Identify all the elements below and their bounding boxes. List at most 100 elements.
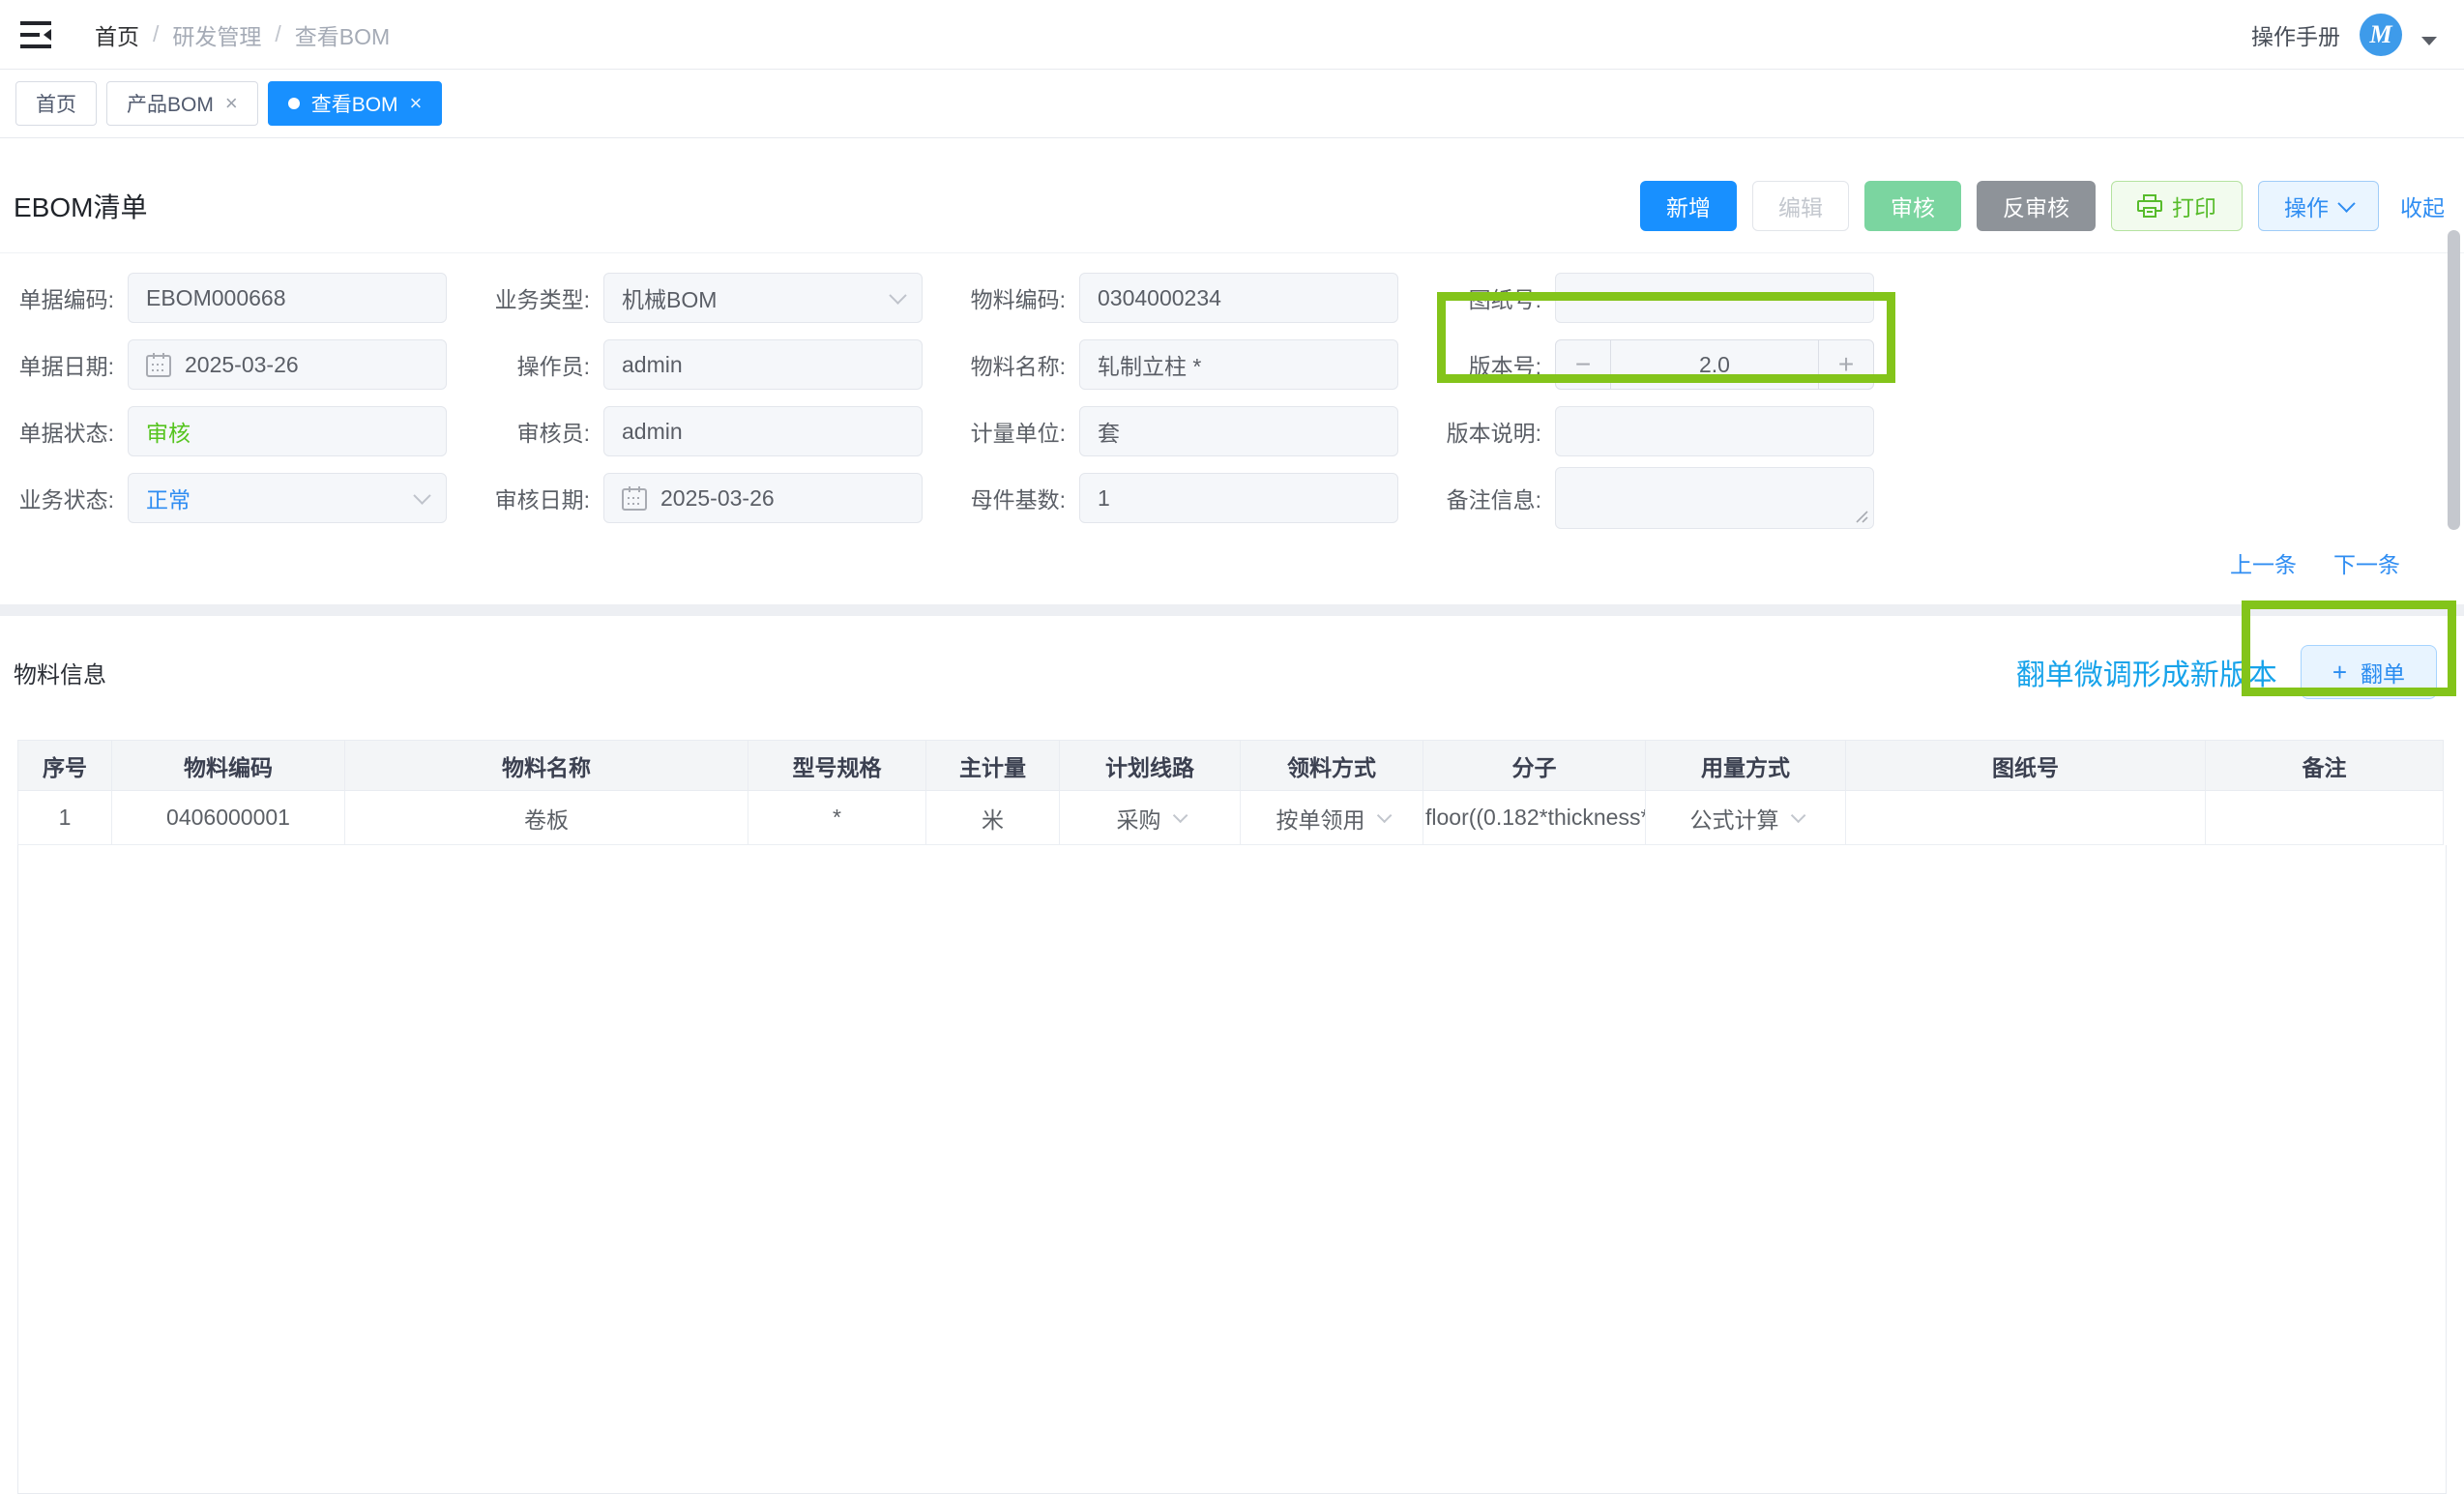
material-section-header: 物料信息 翻单微调形成新版本 + 翻单 <box>0 616 2464 740</box>
unit-input[interactable]: 套 <box>1079 406 1398 456</box>
field-doc-date: 单据日期: 2025-03-26 <box>8 339 484 390</box>
print-button[interactable]: 打印 <box>2111 181 2243 231</box>
chevron-down-icon[interactable] <box>1376 808 1392 824</box>
field-value: 2025-03-26 <box>185 352 299 378</box>
stepper-minus-button[interactable]: − <box>1556 340 1611 389</box>
tab-product-bom[interactable]: 产品BOM × <box>106 81 258 126</box>
field-label: 审核日期: <box>484 482 590 514</box>
collapse-link[interactable]: 收起 <box>2400 190 2445 222</box>
calendar-icon <box>622 485 647 511</box>
field-unit: 计量单位: 套 <box>959 406 1435 456</box>
vertical-scrollbar-thumb[interactable] <box>2448 230 2460 530</box>
field-label: 操作员: <box>484 348 590 381</box>
col-drawing-no: 图纸号 <box>1846 741 2206 791</box>
field-material-code: 物料编码: 0304000234 <box>959 273 1435 323</box>
doc-status-input[interactable]: 审核 <box>128 406 447 456</box>
field-label: 版本说明: <box>1435 415 1541 448</box>
user-menu-caret-icon[interactable] <box>2421 37 2437 45</box>
field-label: 物料名称: <box>959 348 1066 381</box>
field-value: admin <box>622 419 683 445</box>
chevron-down-icon <box>2337 194 2355 212</box>
audit-button[interactable]: 审核 <box>1864 181 1961 231</box>
material-code-input[interactable]: 0304000234 <box>1079 273 1398 323</box>
tab-strip: 首页 产品BOM × 查看BOM × <box>0 70 2464 138</box>
col-plan-route: 计划线路 <box>1060 741 1241 791</box>
chevron-down-icon[interactable] <box>1172 808 1188 824</box>
tab-label: 查看BOM <box>311 89 398 118</box>
chevron-down-icon[interactable] <box>1790 808 1805 824</box>
col-unit: 主计量 <box>926 741 1060 791</box>
cell-drawing-no <box>1846 791 2206 845</box>
top-bar: 首页 / 研发管理 / 查看BOM 操作手册 M <box>0 0 2464 70</box>
field-operator: 操作员: admin <box>484 339 959 390</box>
col-seq: 序号 <box>18 741 112 791</box>
annotation-note: 翻单微调形成新版本 <box>2016 651 2277 693</box>
edit-button[interactable]: 编辑 <box>1752 181 1849 231</box>
field-label: 物料编码: <box>959 281 1066 314</box>
pick-mode-value: 按单领用 <box>1276 802 1365 835</box>
drawing-no-input[interactable] <box>1555 273 1874 323</box>
field-biz-type: 业务类型: 机械BOM <box>484 273 959 323</box>
cell-unit: 米 <box>926 791 1060 845</box>
next-record-link[interactable]: 下一条 <box>2333 546 2400 579</box>
print-label: 打印 <box>2172 190 2216 222</box>
prev-record-link[interactable]: 上一条 <box>2230 546 2297 579</box>
field-biz-status: 业务状态: 正常 <box>8 473 484 523</box>
biz-type-select[interactable]: 机械BOM <box>603 273 923 323</box>
field-auditor: 审核员: admin <box>484 406 959 456</box>
version-note-input[interactable] <box>1555 406 1874 456</box>
table-row: 1 0406000001 卷板 * 米 采购 按单领用 floor((0.182… <box>18 791 2444 845</box>
material-table: 序号 物料编码 物料名称 型号规格 主计量 计划线路 领料方式 分子 用量方式 … <box>17 740 2444 845</box>
remark-textarea[interactable] <box>1555 467 1874 529</box>
resize-handle-icon[interactable] <box>1855 510 1868 523</box>
cell-material-name: 卷板 <box>345 791 748 845</box>
table-empty-area <box>17 845 2447 1494</box>
page-title: EBOM清单 <box>14 187 147 225</box>
operate-label: 操作 <box>2284 190 2329 222</box>
tab-home[interactable]: 首页 <box>15 81 97 126</box>
breadcrumb: 首页 / 研发管理 / 查看BOM <box>95 18 390 51</box>
doc-date-picker[interactable]: 2025-03-26 <box>128 339 447 390</box>
stepper-plus-button[interactable]: + <box>1818 340 1873 389</box>
field-doc-code: 单据编码: EBOM000668 <box>8 273 484 323</box>
field-label: 版本号: <box>1435 348 1541 381</box>
status-badge: 审核 <box>146 415 191 448</box>
add-button[interactable]: 新增 <box>1640 181 1737 231</box>
version-value[interactable]: 2.0 <box>1611 340 1818 389</box>
parent-base-input[interactable]: 1 <box>1079 473 1398 523</box>
doc-code-input[interactable]: EBOM000668 <box>128 273 447 323</box>
status-badge: 正常 <box>146 482 191 514</box>
audit-date-picker[interactable]: 2025-03-26 <box>603 473 923 523</box>
flip-order-label: 翻单 <box>2361 656 2405 688</box>
breadcrumb-home[interactable]: 首页 <box>95 18 139 51</box>
field-label: 母件基数: <box>959 482 1066 514</box>
field-label: 单据日期: <box>8 348 114 381</box>
col-remark: 备注 <box>2206 741 2444 791</box>
unaudit-button[interactable]: 反审核 <box>1977 181 2096 231</box>
field-label: 图纸号: <box>1435 281 1541 314</box>
auditor-input[interactable]: admin <box>603 406 923 456</box>
field-label: 业务类型: <box>484 281 590 314</box>
material-name-input[interactable]: 轧制立柱 * <box>1079 339 1398 390</box>
biz-status-select[interactable]: 正常 <box>128 473 447 523</box>
menu-fold-icon[interactable] <box>19 20 52 49</box>
operate-dropdown-button[interactable]: 操作 <box>2258 181 2379 231</box>
operation-manual-link[interactable]: 操作手册 <box>2251 18 2340 51</box>
breadcrumb-rd-management[interactable]: 研发管理 <box>172 18 261 51</box>
ebom-header: EBOM清单 新增 编辑 审核 反审核 打印 操作 收起 <box>0 138 2464 252</box>
tab-view-bom[interactable]: 查看BOM × <box>268 81 443 126</box>
cell-usage-mode: 公式计算 <box>1646 791 1846 845</box>
breadcrumb-current: 查看BOM <box>295 18 390 51</box>
field-label: 备注信息: <box>1435 482 1541 514</box>
flip-order-button[interactable]: + 翻单 <box>2301 645 2437 699</box>
close-icon[interactable]: × <box>225 93 238 114</box>
field-value: 1 <box>1098 485 1110 512</box>
field-value: EBOM000668 <box>146 285 285 311</box>
close-icon[interactable]: × <box>410 93 423 114</box>
cell-seq: 1 <box>18 791 112 845</box>
avatar[interactable]: M <box>2360 14 2402 56</box>
field-label: 审核员: <box>484 415 590 448</box>
breadcrumb-separator: / <box>275 21 280 47</box>
operator-input[interactable]: admin <box>603 339 923 390</box>
field-label: 业务状态: <box>8 482 114 514</box>
